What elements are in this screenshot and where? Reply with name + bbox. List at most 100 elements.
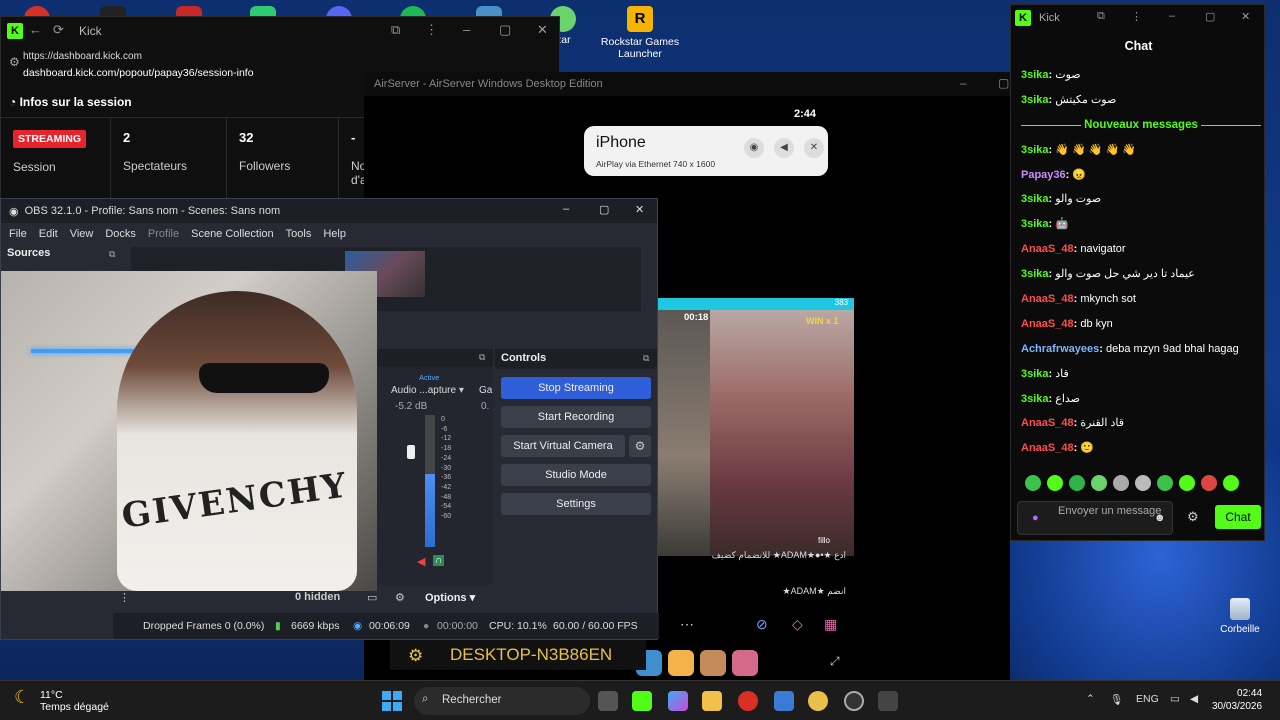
menu-view[interactable]: View (70, 228, 94, 240)
chat-username[interactable]: 3sika (1021, 94, 1049, 106)
chat-settings-icon[interactable]: ⚙ (1187, 509, 1199, 525)
chat-username[interactable]: 3sika (1021, 268, 1049, 280)
back-icon[interactable]: ← (29, 22, 42, 37)
maximize-icon[interactable]: ▢ (599, 203, 609, 216)
chat-username[interactable]: AnaaS_48 (1021, 417, 1074, 429)
menu-edit[interactable]: Edit (39, 228, 58, 240)
mute-icon[interactable]: ◀ (417, 555, 425, 568)
gear-icon[interactable]: ⚙ (395, 591, 405, 604)
gift-icon[interactable] (700, 650, 726, 676)
emote-icon[interactable] (1025, 475, 1041, 491)
gift-icon[interactable] (732, 650, 758, 676)
menu-file[interactable]: File (9, 228, 27, 240)
emote-icon[interactable] (1201, 475, 1217, 491)
menu-profile[interactable]: Profile (148, 228, 179, 240)
chevron-up-icon[interactable]: ⌃ (1086, 693, 1095, 705)
filter-icon[interactable]: ▭ (367, 591, 377, 604)
mic-icon[interactable]: 🎙 (1110, 693, 1123, 706)
store-icon[interactable] (774, 691, 794, 711)
studio-mode-button[interactable]: Studio Mode (501, 464, 651, 486)
minimize-icon[interactable]: – (463, 22, 470, 37)
close-icon[interactable]: ✕ (804, 138, 824, 158)
maximize-icon[interactable]: ▢ (499, 22, 511, 38)
emoji-icon[interactable]: ☻ (1154, 512, 1166, 524)
emote-icon[interactable] (1223, 475, 1239, 491)
url-path[interactable]: dashboard.kick.com/popout/papay36/sessio… (23, 67, 254, 79)
taskbar-search[interactable]: ⌕ Rechercher (414, 687, 590, 715)
chat-username[interactable]: 3sika (1021, 393, 1049, 405)
share-icon[interactable]: ⊘ (756, 616, 768, 633)
maximize-icon[interactable]: ▢ (1205, 10, 1215, 23)
chat-username[interactable]: AnaaS_48 (1021, 442, 1074, 454)
emote-icon[interactable] (1047, 475, 1063, 491)
app-icon[interactable] (808, 691, 828, 711)
language-indicator[interactable]: ENG (1136, 693, 1159, 705)
volume-icon[interactable]: ◀ (774, 138, 794, 158)
reload-icon[interactable]: ⟳ (53, 22, 64, 38)
obs-taskbar-icon[interactable] (844, 691, 864, 711)
headphones-icon[interactable]: ∩ (433, 555, 445, 566)
emote-icon[interactable] (1157, 475, 1173, 491)
menu-docks[interactable]: Docks (105, 228, 136, 240)
taskview-icon[interactable] (598, 691, 618, 711)
kick-taskbar-icon[interactable] (632, 691, 652, 711)
minimize-icon[interactable]: – (960, 76, 967, 90)
extensions-icon[interactable]: ⧉ (391, 22, 400, 38)
chat-send-button[interactable]: Chat (1215, 505, 1261, 529)
more-icon[interactable]: ⋯ (680, 616, 694, 633)
chat-username[interactable]: AnaaS_48 (1021, 318, 1074, 330)
options-button[interactable]: Options ▾ (425, 591, 475, 604)
menu-help[interactable]: Help (323, 228, 346, 240)
start-virtual-camera-button[interactable]: Start Virtual Camera (501, 435, 625, 457)
mic-icon[interactable]: ● (1032, 512, 1039, 524)
network-icon[interactable]: ▭ (1170, 693, 1180, 705)
maximize-icon[interactable]: ▢ (998, 76, 1009, 90)
close-icon[interactable]: ✕ (1241, 10, 1250, 23)
extensions-icon[interactable]: ⧉ (1097, 10, 1105, 23)
minimize-icon[interactable]: – (1169, 10, 1175, 22)
volume-slider-handle[interactable] (407, 445, 415, 459)
dock-undock-icon[interactable]: ⧉ (479, 352, 485, 363)
clock[interactable]: 02:44 30/03/2026 (1212, 687, 1262, 713)
start-icon[interactable] (382, 691, 402, 711)
chat-username[interactable]: Papay36 (1021, 169, 1066, 181)
site-settings-icon[interactable]: ⚙ (9, 55, 20, 69)
emote-icon[interactable] (1179, 475, 1195, 491)
chat-username[interactable]: 3sika (1021, 69, 1049, 81)
dock-undock-icon[interactable]: ⧉ (109, 249, 115, 260)
menu-scene-collection[interactable]: Scene Collection (191, 228, 274, 240)
start-recording-button[interactable]: Start Recording (501, 406, 651, 428)
chat-username[interactable]: 3sika (1021, 218, 1049, 230)
close-icon[interactable]: ✕ (635, 203, 644, 216)
close-icon[interactable]: ✕ (537, 22, 548, 38)
virtual-camera-settings-icon[interactable]: ⚙ (629, 435, 651, 457)
menu-tools[interactable]: Tools (286, 228, 312, 240)
chat-username[interactable]: 3sika (1021, 144, 1049, 156)
expand-icon[interactable]: ⤢ (830, 654, 840, 669)
emote-icon[interactable] (1135, 475, 1151, 491)
menu-icon[interactable]: ⋮ (425, 22, 438, 38)
rockstar-launcher-shortcut[interactable]: R Rockstar Games Launcher (600, 6, 680, 60)
mixer-source-name[interactable]: Audio ...apture ▾ (391, 385, 464, 396)
copilot-icon[interactable] (668, 691, 688, 711)
chat-username[interactable]: 3sika (1021, 193, 1049, 205)
volume-icon[interactable]: ◀ (1190, 693, 1198, 705)
stop-streaming-button[interactable]: Stop Streaming (501, 377, 651, 399)
recycle-bin[interactable]: Corbeille (1216, 598, 1264, 635)
app-icon[interactable] (878, 691, 898, 711)
menu-icon[interactable]: ⋮ (1131, 10, 1142, 23)
file-explorer-icon[interactable] (702, 691, 722, 711)
gift-icon[interactable] (668, 650, 694, 676)
emote-icon[interactable] (1091, 475, 1107, 491)
chat-username[interactable]: AnaaS_48 (1021, 293, 1074, 305)
dock-undock-icon[interactable]: ⧉ (643, 353, 649, 364)
more-icon[interactable]: ⋮ (119, 591, 130, 604)
chat-username[interactable]: 3sika (1021, 368, 1049, 380)
emote-icon[interactable] (1113, 475, 1129, 491)
eye-icon[interactable]: ◉ (744, 138, 764, 158)
settings-button[interactable]: Settings (501, 493, 651, 515)
chat-username[interactable]: Achrafrwayees (1021, 343, 1099, 355)
grid-icon[interactable]: ▦ (824, 616, 837, 633)
chrome-icon[interactable] (738, 691, 758, 711)
chat-input[interactable]: ● Envoyer un message ☻ (1017, 501, 1173, 535)
